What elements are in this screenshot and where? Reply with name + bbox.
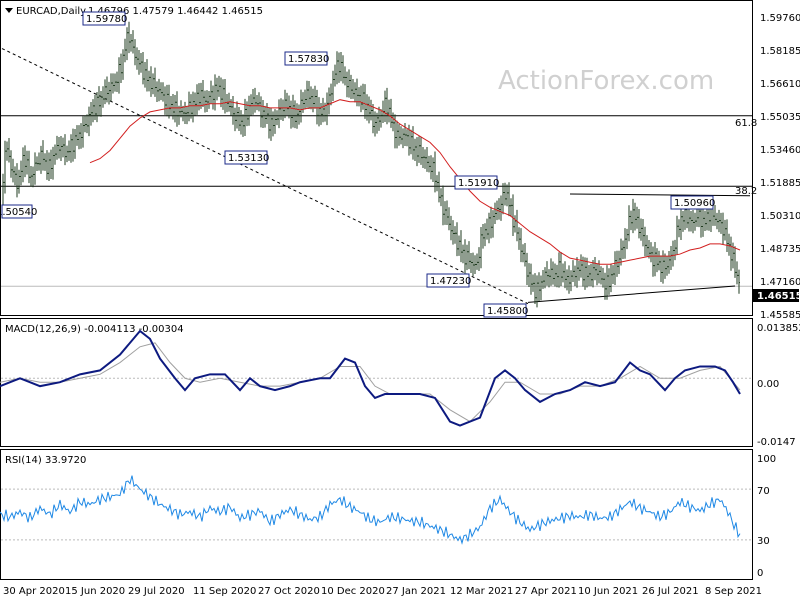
annotation-label: 1.53130: [228, 153, 269, 164]
macd-tick: 0.00: [757, 379, 779, 390]
price-tick: 1.45585: [760, 310, 800, 321]
price-tick: 1.58185: [760, 46, 800, 57]
price-tick: 1.47160: [760, 277, 800, 288]
price-tick: 1.56610: [760, 79, 800, 90]
price-panel: [0, 0, 753, 316]
rsi-tick: 0: [757, 568, 763, 579]
date-tick: 30 Apr 2020: [3, 586, 65, 597]
symbol-label: EURCAD,Daily: [16, 6, 86, 17]
macd-tick: 0.013852: [757, 323, 800, 334]
date-tick: 11 Sep 2020: [193, 586, 256, 597]
rsi-tick: 70: [757, 486, 770, 497]
date-tick: 10 Jun 2021: [578, 586, 638, 597]
annotation-label: 1.59780: [86, 14, 127, 25]
rsi-tick: 30: [757, 536, 770, 547]
fib-label-618: 61.8: [735, 118, 757, 129]
price-tick: 1.59760: [760, 13, 800, 24]
price-tick: 1.50310: [760, 211, 800, 222]
annotation-label: 1.50540: [0, 207, 37, 218]
date-tick: 27 Apr 2021: [515, 586, 577, 597]
date-tick: 26 Jul 2021: [642, 586, 699, 597]
macd-panel: [0, 318, 753, 447]
date-tick: 12 Mar 2021: [450, 586, 513, 597]
annotation-label: 1.51910: [458, 178, 499, 189]
price-tick: 1.53460: [760, 145, 800, 156]
rsi-panel: [0, 449, 753, 580]
date-tick: 27 Jan 2021: [386, 586, 446, 597]
annotation-label: 1.47230: [430, 276, 471, 287]
price-tick: 1.55035: [760, 112, 800, 123]
price-tick: 1.48735: [760, 244, 800, 255]
symbol-header: EURCAD,Daily 1.46796 1.47579 1.46442 1.4…: [5, 6, 263, 17]
annotation-label: 1.50960: [674, 198, 715, 209]
eurcad-chart: ActionForex.com EURCAD,Daily 1.46796 1.4…: [0, 0, 800, 600]
annotation-label: 1.45800: [487, 306, 528, 317]
macd-tick: -0.0147: [757, 437, 796, 448]
time-axis: 30 Apr 2020 15 Jun 2020 29 Jul 2020 11 S…: [3, 586, 762, 597]
current-price-label: 1.46515: [757, 291, 800, 302]
date-tick: 27 Oct 2020: [258, 586, 320, 597]
price-tick: 1.51885: [760, 178, 800, 189]
annotation-label: 1.57830: [288, 54, 329, 65]
watermark: ActionForex.com: [498, 66, 714, 96]
rsi-title: RSI(14) 33.9720: [5, 455, 86, 466]
rsi-tick: 100: [757, 454, 776, 465]
macd-title: MACD(12,26,9) -0.004113 -0.00304: [5, 324, 184, 335]
date-tick: 10 Dec 2020: [321, 586, 385, 597]
date-tick: 8 Sep 2021: [705, 586, 762, 597]
date-tick: 15 Jun 2020: [65, 586, 125, 597]
date-tick: 29 Jul 2020: [128, 586, 185, 597]
